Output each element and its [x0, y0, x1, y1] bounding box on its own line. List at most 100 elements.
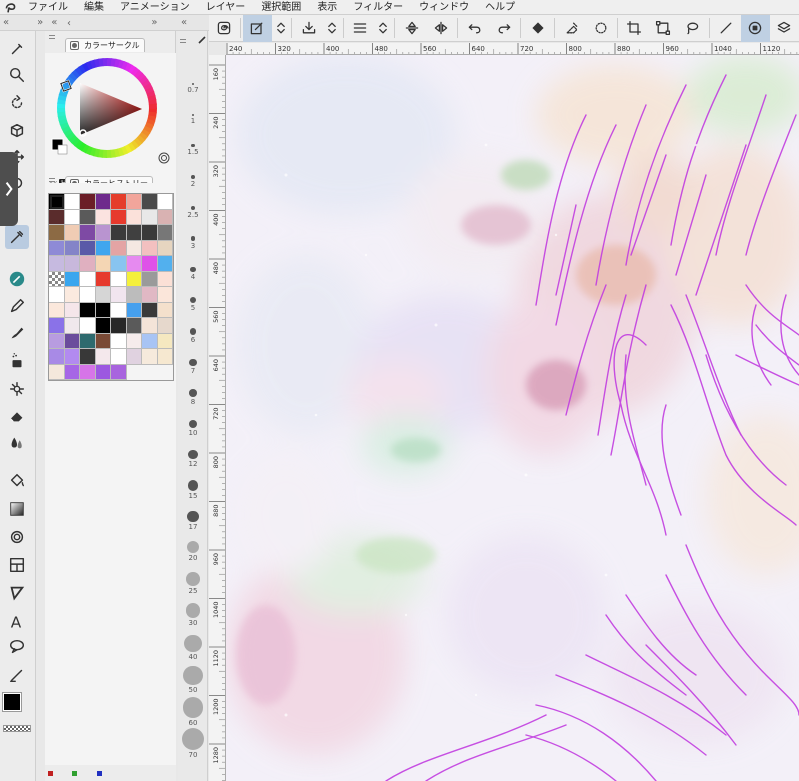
color-swatch[interactable] [142, 256, 158, 272]
panel-grip-icon[interactable] [180, 39, 186, 40]
color-swatch[interactable] [157, 256, 173, 272]
color-swatch[interactable] [111, 349, 127, 365]
blend-tool[interactable] [5, 431, 29, 455]
color-swatch[interactable] [126, 287, 142, 303]
color-swatch[interactable] [49, 287, 65, 303]
color-swatch[interactable] [49, 209, 65, 225]
contour-fill-tool[interactable] [5, 525, 29, 549]
color-swatch[interactable] [157, 240, 173, 256]
redo-button[interactable] [489, 15, 518, 42]
drawing-canvas[interactable] [226, 55, 799, 781]
color-swatch[interactable] [111, 318, 127, 334]
color-swatch[interactable] [126, 256, 142, 272]
brush-size-tab-icon[interactable] [197, 35, 207, 48]
fill-bucket-button[interactable] [523, 15, 552, 42]
eyedropper-tool[interactable] [5, 225, 29, 249]
color-wheel[interactable] [45, 53, 176, 185]
color-swatch[interactable] [64, 240, 80, 256]
brush-size-option[interactable]: 30 [178, 602, 208, 627]
color-swatch[interactable] [142, 333, 158, 349]
brush-size-option[interactable]: 70 [178, 727, 208, 759]
color-swatch[interactable] [142, 271, 158, 287]
color-swatch[interactable] [49, 318, 65, 334]
dotted-circle-button[interactable] [586, 15, 615, 42]
expand-right-icon[interactable]: » [148, 17, 160, 28]
color-swatch[interactable] [111, 287, 127, 303]
up-down-button[interactable] [323, 15, 340, 42]
airbrush-tool[interactable] [5, 349, 29, 373]
color-swatch[interactable] [49, 225, 65, 241]
brush-size-option[interactable]: 1 [178, 103, 208, 125]
main-sub-color-indicator[interactable] [2, 691, 34, 721]
rotate-tool[interactable] [5, 91, 29, 115]
brush-size-option[interactable]: 2.5 [178, 197, 208, 219]
color-swatch[interactable] [126, 333, 142, 349]
color-swatch[interactable] [126, 271, 142, 287]
color-swatch[interactable] [80, 225, 96, 241]
color-swatch[interactable] [126, 194, 142, 210]
layers-button[interactable] [770, 15, 799, 42]
brush-size-option[interactable]: 3 [178, 228, 208, 250]
balloon-tool[interactable] [5, 635, 29, 659]
brush-size-option[interactable]: 12 [178, 446, 208, 468]
brush-size-option[interactable]: 1.5 [178, 134, 208, 156]
brush-size-option[interactable]: 8 [178, 384, 208, 406]
color-swatch[interactable] [95, 240, 111, 256]
zoom-tool[interactable] [5, 63, 29, 87]
color-swatch[interactable] [64, 194, 80, 210]
color-wheel-area[interactable]: 〰 H 0 L 0 S 0 [45, 53, 176, 187]
sidebar-toggle-tab[interactable] [0, 152, 18, 226]
layer-pen-button[interactable] [242, 14, 272, 42]
color-swatch[interactable] [95, 209, 111, 225]
brush-size-option[interactable]: 10 [178, 415, 208, 437]
round-button-button[interactable] [740, 14, 770, 42]
menu-filter[interactable]: フィルター [345, 0, 411, 15]
eyedropper-sub-tool-tool[interactable] [5, 37, 29, 61]
color-swatch[interactable] [49, 194, 65, 210]
transparent-swatch[interactable] [49, 271, 65, 287]
brush-size-option[interactable]: 40 [178, 634, 208, 661]
color-swatch[interactable] [64, 318, 80, 334]
color-swatch[interactable] [49, 302, 65, 318]
color-swatch[interactable] [64, 209, 80, 225]
color-swatch[interactable] [64, 287, 80, 303]
color-swatch[interactable] [157, 318, 173, 334]
color-swatch[interactable] [95, 194, 111, 210]
color-swatch[interactable] [49, 333, 65, 349]
transform-button[interactable] [649, 15, 678, 42]
color-swatch[interactable] [111, 209, 127, 225]
color-swatch[interactable] [111, 364, 127, 380]
color-swatch[interactable] [126, 209, 142, 225]
color-swatch[interactable] [49, 256, 65, 272]
color-swatch[interactable] [80, 194, 96, 210]
color-swatch[interactable] [95, 333, 111, 349]
color-swatch[interactable] [157, 349, 173, 365]
color-swatch[interactable] [64, 256, 80, 272]
color-swatch[interactable] [142, 349, 158, 365]
panel-grip-icon[interactable] [49, 178, 55, 179]
tab-color-circle[interactable]: カラーサークル [65, 38, 145, 52]
up-down-button[interactable] [375, 15, 392, 42]
figure-tool[interactable] [5, 581, 29, 605]
spiral-button[interactable] [209, 15, 238, 42]
color-swatch[interactable] [49, 349, 65, 365]
clear-button[interactable] [557, 15, 586, 42]
color-swatch[interactable] [64, 271, 80, 287]
text-tool[interactable]: A [5, 609, 29, 633]
menu-view[interactable]: 表示 [309, 0, 345, 15]
color-swatch[interactable] [157, 209, 173, 225]
brush-size-option[interactable]: 20 [178, 540, 208, 562]
color-swatch[interactable] [111, 302, 127, 318]
color-swatch[interactable] [95, 256, 111, 272]
color-swatch[interactable] [80, 333, 96, 349]
object-tool[interactable] [5, 119, 29, 143]
menu-selection[interactable]: 選択範囲 [253, 0, 309, 15]
transparent-color-swatch[interactable] [3, 725, 31, 732]
save-button[interactable] [294, 15, 323, 42]
brush-size-option[interactable]: 6 [178, 322, 208, 344]
menu-edit[interactable]: 編集 [76, 0, 112, 15]
color-swatch[interactable] [111, 256, 127, 272]
menu-file[interactable]: ファイル [20, 0, 76, 15]
menu-layer[interactable]: レイヤー [198, 0, 254, 15]
brush-size-option[interactable]: 4 [178, 259, 208, 281]
